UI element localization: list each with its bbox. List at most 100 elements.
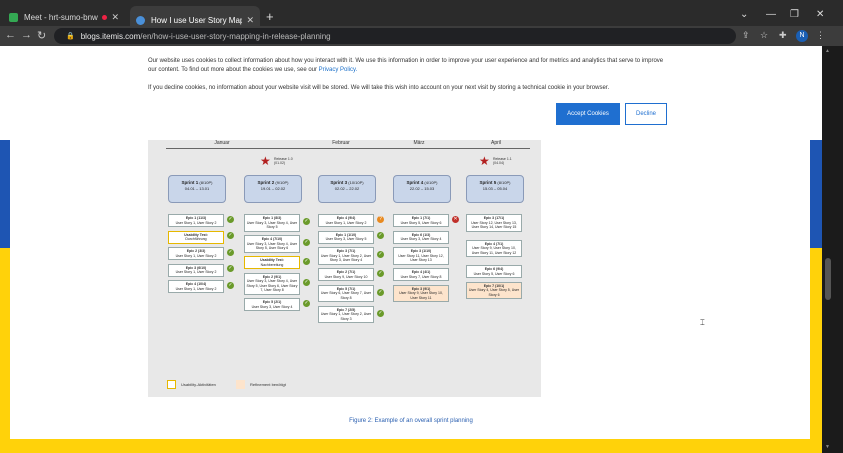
reload-icon[interactable]: ↻ [37,29,46,42]
epic-card: Epic 5 (7/1) User Story 6, User Story 7, … [318,284,374,302]
profile-avatar[interactable]: N [796,30,808,42]
cookie-decline-text: If you decline cookies, no information a… [148,85,610,91]
new-tab-button[interactable]: + [266,9,274,24]
release-date: (01.02) [274,161,286,165]
scroll-up-icon[interactable]: ▲ [825,48,830,54]
epic-title: Epic 6 (1/3) [411,232,431,237]
epic-card: Epic 3 (1/10) User Story 11, User Story 1… [393,247,449,265]
epic-stories: User Story 5, User Story 6 [473,271,515,276]
close-window-button[interactable]: ✕ [816,9,824,20]
epic-card: Epic 1 (1/10) User Story 3, User Story 5 [318,230,374,244]
address-bar[interactable]: 🔒 blogs.itemis.com /en/how-i-use-user-st… [54,28,736,44]
extensions-icon[interactable]: ✚ [779,30,787,41]
release-star-icon: ★ [479,154,490,168]
close-tab-icon[interactable]: ✕ [111,12,119,23]
epic-stories: User Story 9, User Story 10 [324,274,368,279]
maximize-button[interactable]: ❐ [790,9,799,20]
epic-stories: User Story 7, User Story 8 [400,274,442,279]
itemis-favicon-icon [136,15,145,25]
sprint-points: (9/10P) [275,180,289,185]
epic-card: Epic 2 (3/3) User Story 1, User Story 2 [168,247,224,260]
meet-favicon-icon [9,12,18,22]
epic-card: Epic 6 (9/4) User Story 5, User Story 6 [466,265,522,278]
check-icon: ✓ [377,288,384,296]
epic-card: Epic 5 (2/1) User Story 3, User Story 4 [244,298,300,311]
epic-card: Usability Test: Durchführung [168,230,224,244]
minimize-button[interactable]: — [766,9,776,20]
legend-usability-swatch [167,380,176,389]
epic-stories: Nachbereitung [260,262,284,267]
privacy-policy-link[interactable]: Privacy Policy. [319,67,358,73]
month-label: Februar [332,140,350,146]
back-icon[interactable]: ← [5,29,16,41]
epic-stories: Durchführung [185,237,207,241]
epic-card: Epic 4 (4/1) User Story 7, User Story 8 [393,268,449,281]
sprint-dates: 02.02 – 22.02 [334,186,360,191]
epic-card: Epic 4 (10/4) User Story 1, User Story 2 [168,280,224,293]
scrollbar-thumb[interactable] [825,258,831,300]
epic-title: Usability Test: [184,232,208,237]
epic-card: Epic 3 (7/1) User Story 1, User Story 2, … [318,247,374,265]
epic-stories: User Story 1, User Story 2 [175,270,217,274]
epic-title: Epic 2 (3/3) [186,249,206,253]
tab-search-icon[interactable]: ⌄ [740,9,748,20]
cookie-text: Our website uses cookies to collect info… [148,57,668,75]
epic-title: Epic 7 (10/1) [483,283,505,288]
check-icon: ✓ [303,239,310,246]
epic-title: Usability Test: [260,258,284,262]
release-date: (04.04) [493,161,505,165]
epic-card: Epic 7 (10/1) User Story 4, User Story 5,… [466,281,522,299]
accept-cookies-button[interactable]: Accept Cookies [556,103,620,125]
lock-icon: 🔒 [66,33,75,40]
sprint-dates: 19.01 – 02.02 [260,186,286,191]
epic-title: Epic 3 (1/10) [410,249,432,253]
epic-title: Epic 3 (7/1) [336,249,356,253]
check-icon: ✓ [227,281,234,289]
warning-icon: ? [377,215,384,223]
scroll-down-icon[interactable]: ▼ [825,444,830,450]
epic-stories: User Story 9, User Story 10, User Story … [471,246,517,255]
epic-card: Epic 3 (6/10) User Story 1, User Story 2 [168,263,224,277]
release-label: Release 1.0 (01.02) [274,157,293,165]
epic-title: Epic 4 (10/4) [185,282,207,286]
sprint-header: Sprint 3 (10/10P) 02.02 – 22.02 [318,175,376,203]
epic-title: Epic 1 (7/1) [411,216,431,220]
epic-card: Epic 3 (17/1) User Story 12, User Story 1… [466,214,522,232]
sprint-points: (4/10P) [424,180,438,185]
epic-title: Epic 4 (9/4) [336,216,356,220]
check-icon: ✓ [227,265,234,273]
epic-title: Epic 1 (1/10) [335,232,357,237]
epic-stories: User Story 3, User Story 4, User Story 5 [246,220,298,230]
epic-title: Epic 3 (17/1) [483,216,505,220]
epic-title: Epic 2 (7/1) [336,270,356,274]
check-icon: ✓ [377,251,384,258]
scrollbar-track[interactable] [822,46,843,453]
close-tab-icon[interactable]: ✕ [246,15,254,26]
decline-button[interactable]: Decline [625,103,667,125]
epic-stories: User Story 12, User Story 13, User Story… [471,220,517,230]
forward-icon[interactable]: → [21,29,32,41]
sprint-header: Sprint 1 (8/10P) 04.01 – 13.01 [168,175,226,203]
tab-label: How I use User Story Mapping in [151,15,243,25]
check-icon: ✓ [377,232,384,240]
release-star-icon: ★ [260,154,271,168]
tab-meet[interactable]: Meet - hrt-sumo-bnw ✕ [3,6,125,28]
release-label: Release 1.1 (04.04) [493,157,512,165]
sprint-points: (8/10P) [199,180,213,185]
share-icon[interactable]: ⇪ [742,30,750,41]
epic-stories: User Story 1, User Story 2, User Story 3 [320,312,372,321]
legend-label: Refinement benötigt [250,382,286,387]
url-host: blogs.itemis.com [80,31,141,41]
epic-title: Epic 4 (7/1) [484,241,504,246]
menu-icon[interactable]: ⋮ [816,30,825,41]
star-icon[interactable]: ☆ [760,30,768,41]
epic-stories: User Story 3, User Story 4, User Story 5… [246,279,298,292]
epic-card: Epic 3 (9/1) User Story 9, User Story 10,… [393,284,449,302]
epic-title: Epic 1 (11/3) [185,216,207,220]
timeline-arrow [166,148,530,149]
tab-label: Meet - hrt-sumo-bnw [24,12,98,22]
cookie-text-1: Our website uses cookies to collect info… [148,58,664,73]
check-icon: ✓ [303,278,310,286]
epic-title: Epic 7 (2/5) [336,307,356,312]
recording-dot-icon [102,14,108,20]
